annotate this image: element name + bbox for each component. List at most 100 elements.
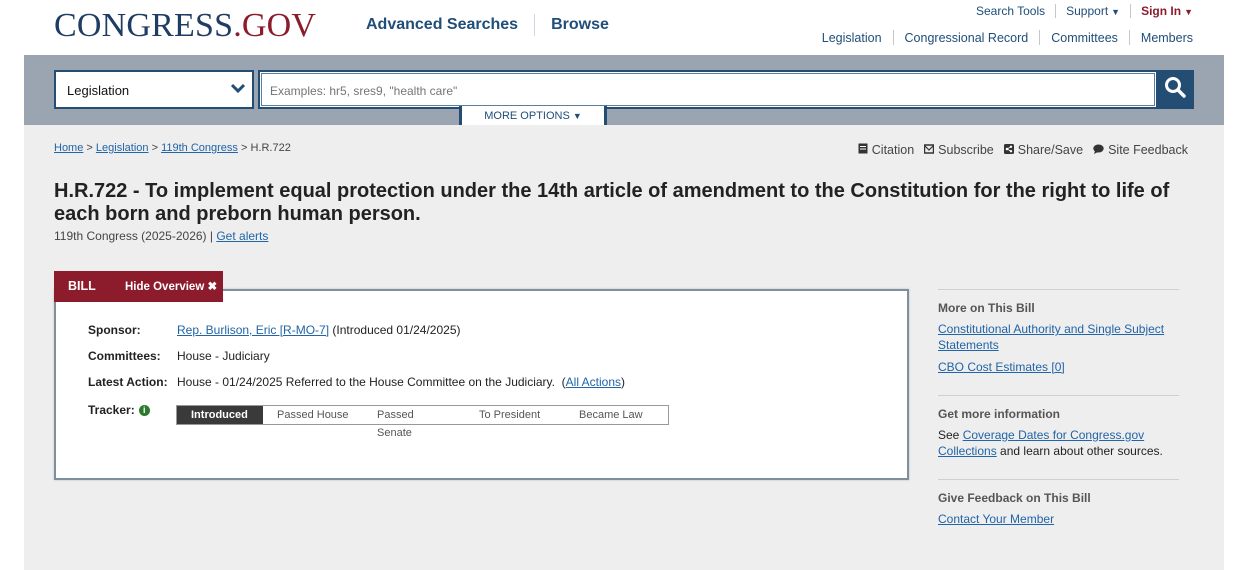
- sign-in-label: Sign In: [1141, 4, 1182, 18]
- search-tools-link[interactable]: Search Tools: [976, 4, 1045, 18]
- breadcrumb-home[interactable]: Home: [54, 142, 83, 154]
- caret-down-icon: ▼: [572, 111, 582, 121]
- hide-overview-label: Hide Overview: [125, 281, 205, 293]
- share-icon: [1003, 143, 1014, 157]
- all-actions-link[interactable]: All Actions: [566, 375, 621, 389]
- citation-label: Citation: [871, 143, 915, 157]
- search-icon: [1164, 76, 1186, 103]
- bill-overview-panel: Sponsor: Rep. Burlison, Eric [R-MO-7] (I…: [54, 289, 909, 480]
- bill-tab: BILL Hide Overview ✖: [54, 271, 223, 302]
- latest-action-value: House - 01/24/2025 Referred to the House…: [177, 375, 625, 389]
- site-feedback-action[interactable]: Site Feedback: [1093, 143, 1188, 157]
- sidebar-more-info: Get more information See Coverage Dates …: [938, 395, 1179, 459]
- citation-action[interactable]: Citation: [858, 143, 914, 157]
- support-label: Support: [1066, 4, 1109, 18]
- latest-action-label: Latest Action:: [88, 375, 168, 389]
- committees-value: House - Judiciary: [177, 349, 270, 363]
- collection-select[interactable]: Legislation: [54, 70, 254, 109]
- tracker-step-passed-house: Passed House: [263, 406, 363, 424]
- subscribe-action[interactable]: Subscribe: [923, 143, 994, 157]
- tracker-step-introduced: Introduced: [177, 406, 263, 424]
- more-options-label: MORE OPTIONS: [484, 110, 570, 122]
- more-info-heading: Get more information: [938, 407, 1061, 421]
- chevron-down-icon: [230, 80, 246, 99]
- page-actions: Citation Subscribe Share/Save Site Feedb…: [848, 143, 1188, 157]
- tracker-step-label: To President: [479, 409, 541, 421]
- info-icon[interactable]: i: [138, 405, 150, 416]
- breadcrumb: Home > Legislation > 119th Congress > H.…: [54, 142, 291, 154]
- sign-in-menu[interactable]: Sign In ▼: [1141, 4, 1193, 18]
- tracker-step-passed-senate: Passed Senate: [363, 406, 465, 439]
- subnav-committees[interactable]: Committees: [1051, 31, 1118, 45]
- site-logo[interactable]: CONGRESS.GOV: [54, 7, 316, 45]
- more-info-prefix: See: [938, 428, 960, 442]
- breadcrumb-legislation[interactable]: Legislation: [96, 142, 149, 154]
- caret-down-icon: ▼: [1184, 7, 1193, 17]
- site-feedback-label: Site Feedback: [1108, 143, 1188, 157]
- caret-down-icon: ▼: [1111, 7, 1121, 17]
- sponsor-value: Rep. Burlison, Eric [R-MO-7] (Introduced…: [177, 323, 460, 337]
- envelope-icon: [923, 143, 935, 157]
- tracker-step-label: Passed Senate: [377, 409, 414, 439]
- subnav-legislation[interactable]: Legislation: [822, 31, 882, 45]
- sidebar-feedback: Give Feedback on This Bill Contact Your …: [938, 479, 1179, 527]
- tracker-label: Tracker:: [88, 403, 135, 417]
- constitutional-authority-link[interactable]: Constitutional Authority and Single Subj…: [938, 322, 1164, 352]
- get-alerts-link[interactable]: Get alerts: [216, 229, 268, 243]
- tracker-step-label: Became Law: [579, 409, 643, 421]
- committees-row: Committees: House - Judiciary: [88, 349, 270, 363]
- latest-action-text: House - 01/24/2025 Referred to the House…: [177, 375, 555, 389]
- sponsor-label: Sponsor:: [88, 323, 141, 337]
- nav-browse[interactable]: Browse: [551, 16, 609, 36]
- search-input[interactable]: [268, 74, 1152, 107]
- share-save-action[interactable]: Share/Save: [1003, 143, 1084, 157]
- breadcrumb-sep: >: [240, 142, 248, 154]
- tracker-step-to-president: To President: [465, 406, 565, 424]
- main-nav: Advanced Searches Browse: [366, 14, 609, 36]
- hide-overview-button[interactable]: Hide Overview ✖: [125, 279, 217, 293]
- search-button[interactable]: [1156, 70, 1194, 109]
- utility-nav: Search Tools Support ▼ Sign In ▼: [976, 4, 1193, 18]
- logo-gov: GOV: [241, 7, 317, 44]
- sub-nav: Legislation Congressional Record Committ…: [822, 30, 1193, 45]
- feedback-heading: Give Feedback on This Bill: [938, 491, 1091, 505]
- cbo-cost-estimates-link[interactable]: CBO Cost Estimates [0]: [938, 360, 1065, 374]
- breadcrumb-congress[interactable]: 119th Congress: [161, 142, 238, 154]
- nav-advanced-searches[interactable]: Advanced Searches: [366, 16, 518, 36]
- comment-icon: [1093, 143, 1104, 157]
- committees-label: Committees:: [88, 349, 161, 363]
- tracker-step-became-law: Became Law: [565, 406, 668, 424]
- subscribe-label: Subscribe: [938, 143, 994, 157]
- tracker-step-label: Passed House: [277, 409, 349, 421]
- congress-session: 119th Congress (2025-2026) |: [54, 229, 213, 243]
- share-save-label: Share/Save: [1017, 143, 1084, 157]
- nav-divider: [534, 14, 536, 36]
- sponsor-link[interactable]: Rep. Burlison, Eric [R-MO-7]: [177, 323, 329, 337]
- breadcrumb-sep: >: [86, 142, 93, 154]
- sidebar-more-on-bill: More on This Bill Constitutional Authori…: [938, 289, 1179, 375]
- tracker-step-label: Introduced: [191, 409, 248, 421]
- logo-dot: .: [233, 7, 242, 44]
- util-divider: [1055, 4, 1057, 18]
- close-icon: ✖: [207, 281, 218, 293]
- tracker-label-wrap: Tracker: i: [88, 403, 177, 417]
- more-info-suffix: and learn about other sources.: [1000, 444, 1163, 458]
- subnav-members[interactable]: Members: [1141, 31, 1193, 45]
- subnav-divider: [1039, 30, 1041, 45]
- page-title: H.R.722 - To implement equal protection …: [54, 180, 1170, 225]
- breadcrumb-current: H.R.722: [250, 142, 291, 154]
- search-field: [258, 70, 1158, 109]
- subnav-divider: [892, 30, 894, 45]
- subnav-divider: [1128, 30, 1130, 45]
- breadcrumb-sep: >: [151, 142, 158, 154]
- divider: [938, 289, 1179, 290]
- latest-action-row: Latest Action: House - 01/24/2025 Referr…: [88, 375, 625, 389]
- sponsor-row: Sponsor: Rep. Burlison, Eric [R-MO-7] (I…: [88, 323, 460, 337]
- bill-tracker: Introduced Passed House Passed Senate To…: [176, 405, 669, 439]
- paren-close: ): [621, 375, 626, 389]
- sponsor-introduced: (Introduced 01/24/2025): [332, 323, 461, 337]
- subnav-congressional-record[interactable]: Congressional Record: [905, 31, 1029, 45]
- bill-tab-label: BILL: [68, 279, 96, 293]
- contact-member-link[interactable]: Contact Your Member: [938, 512, 1054, 526]
- support-menu[interactable]: Support ▼: [1066, 4, 1120, 18]
